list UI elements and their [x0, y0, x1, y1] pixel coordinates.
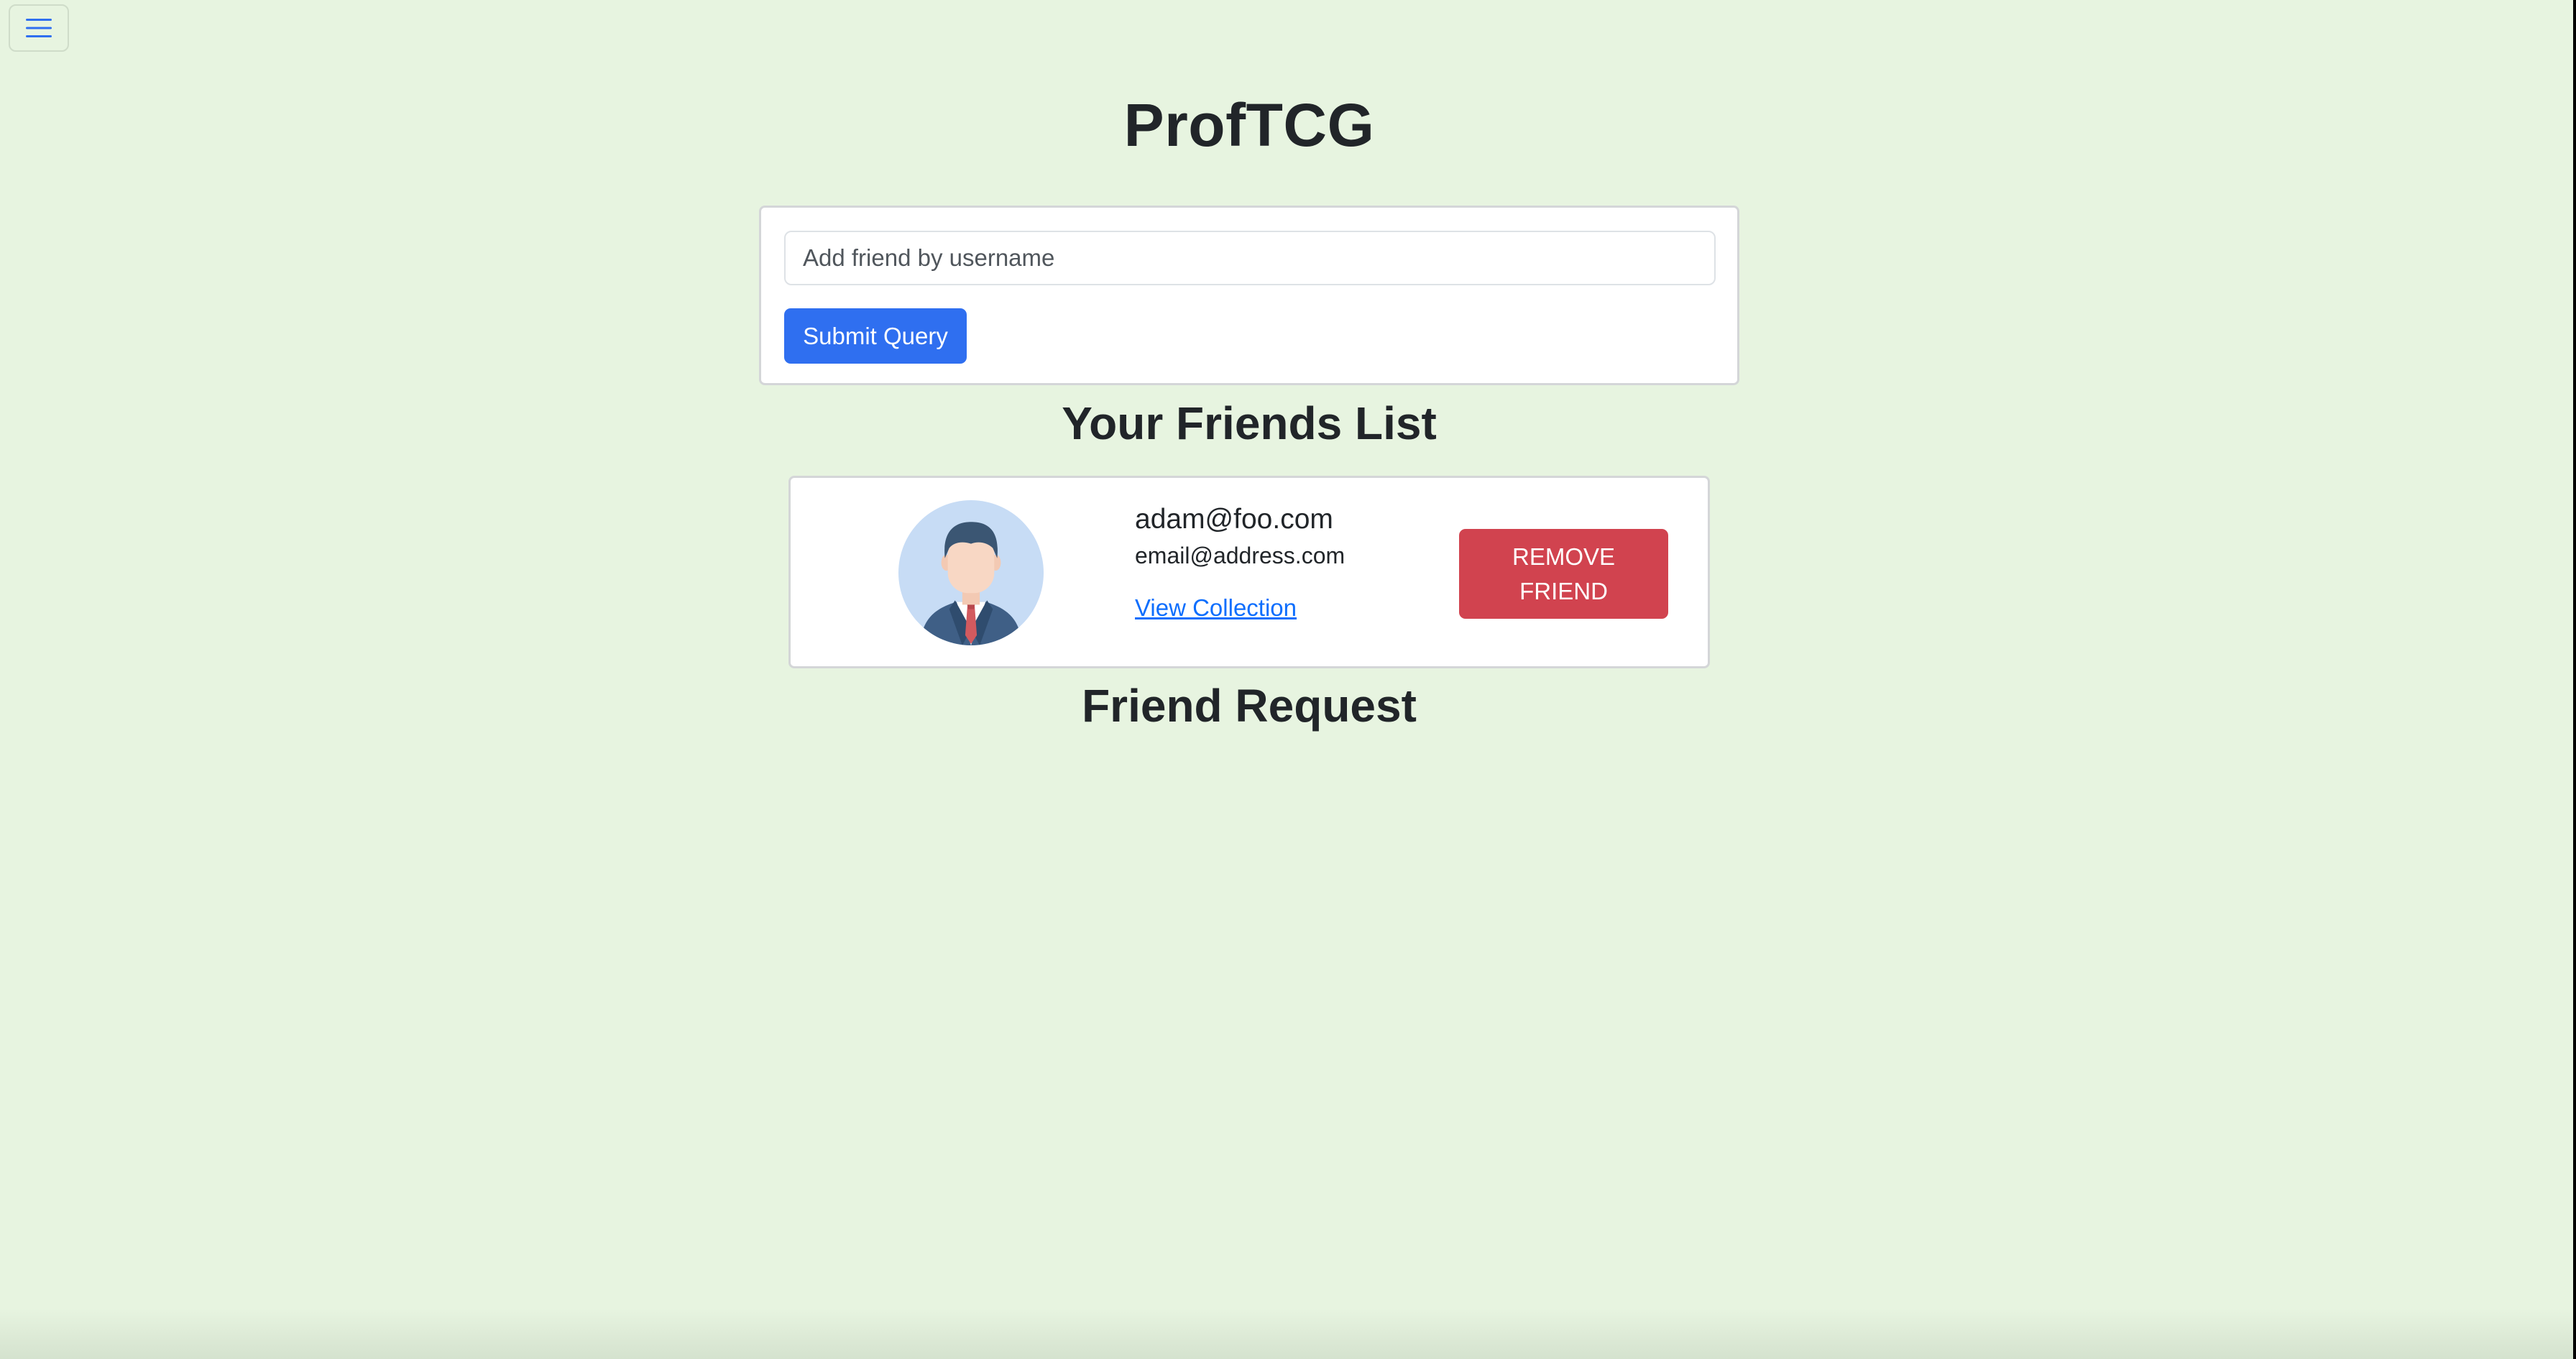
friend-request-heading: Friend Request — [1082, 680, 1417, 732]
friend-card: adam@foo.com email@address.com View Coll… — [788, 476, 1710, 668]
submit-query-button[interactable]: Submit Query — [784, 308, 967, 364]
hamburger-menu-icon — [26, 19, 52, 37]
page: ProfTCG Submit Query Your Friends List — [0, 0, 2573, 1359]
view-collection-link[interactable]: View Collection — [1135, 594, 1297, 622]
remove-friend-button[interactable]: REMOVE FRIEND — [1459, 529, 1668, 619]
businessman-avatar-icon — [898, 500, 1044, 645]
bottom-shadow — [0, 1309, 2573, 1359]
friend-username: adam@foo.com — [1135, 504, 1333, 535]
add-friend-input[interactable] — [784, 231, 1716, 285]
friend-email: email@address.com — [1135, 543, 1346, 568]
menu-toggle-button[interactable] — [9, 4, 69, 52]
page-title: ProfTCG — [1123, 91, 1375, 159]
add-friend-form: Submit Query — [759, 206, 1739, 385]
friends-list-heading: Your Friends List — [1062, 397, 1437, 449]
